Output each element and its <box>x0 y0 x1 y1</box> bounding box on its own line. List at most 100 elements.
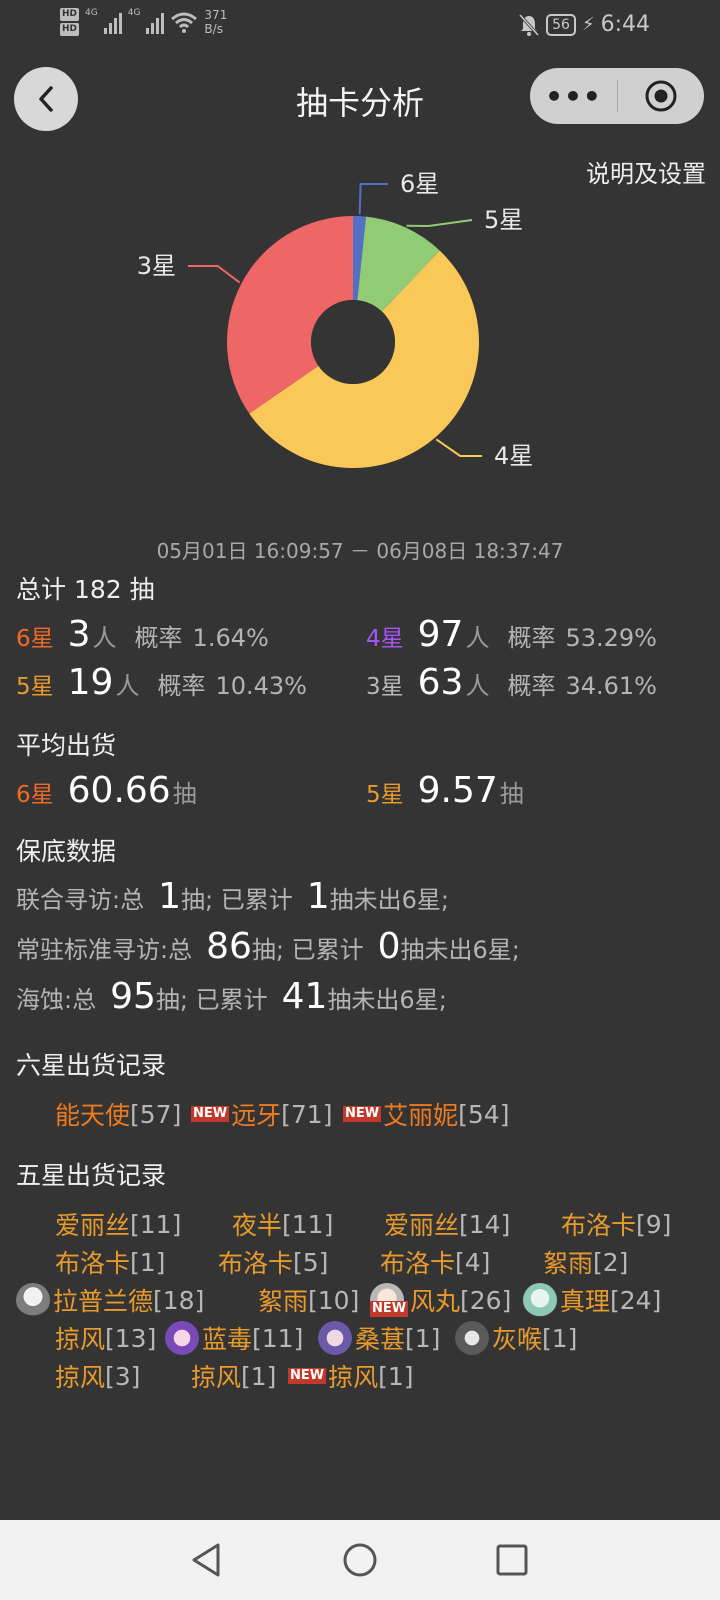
pity-total: 95 <box>110 976 156 1017</box>
stat-star-label: 5星 <box>16 674 54 700</box>
six-star-records-title: 六星出货记录 <box>16 1051 167 1080</box>
system-home-button[interactable] <box>336 1536 384 1584</box>
pull-count: [26] <box>460 1285 512 1315</box>
five-star-record-item: 布洛卡 [1] <box>55 1244 165 1280</box>
new-badge: NEW <box>288 1368 327 1384</box>
operator-name: 桑葚 <box>355 1325 406 1354</box>
charging-icon: ⚡ <box>581 14 595 35</box>
total-label: 总计 <box>16 575 67 604</box>
operator-avatar <box>523 1283 557 1317</box>
stat-unit: 人 <box>465 624 490 652</box>
stat-3star: 3星 63 人 概率 34.61% <box>366 662 657 703</box>
five-star-record-item: 蓝毒 [11] <box>165 1320 303 1356</box>
six-star-record-item: NEW 远牙 [71] <box>191 1096 332 1132</box>
stat-star-label: 4星 <box>366 626 404 652</box>
pull-count: [1] <box>241 1361 277 1391</box>
signal-icon-2 <box>146 10 165 34</box>
pie-leader-line-1 <box>358 183 388 215</box>
pity-tail: 抽未出6星; <box>327 986 447 1014</box>
net-type-2: 4G <box>127 8 141 18</box>
five-star-record-item: 布洛卡 [5] <box>218 1244 328 1280</box>
pie-leader-line-4 <box>188 265 241 284</box>
stat-unit: 人 <box>115 672 140 700</box>
pull-count: [57] <box>130 1099 182 1129</box>
pie-center-hole <box>311 300 395 384</box>
five-star-record-item: NEW 风丸 [26] <box>370 1282 511 1318</box>
net-speed: 371 B/s <box>204 8 227 36</box>
total-summary: 总计 182 抽 <box>16 570 155 606</box>
pie-label-1: 6星 <box>400 170 439 198</box>
pull-count: [1] <box>542 1323 578 1353</box>
stat-prob: 34.61% <box>565 672 657 700</box>
system-back-button[interactable] <box>182 1536 230 1584</box>
hd-badge-1: HD <box>60 8 80 21</box>
five-star-record-item: 桑葚 [1] <box>318 1320 440 1356</box>
pull-count: [11] <box>282 1209 334 1239</box>
five-star-record-item: 夜半 [11] <box>232 1206 333 1242</box>
operator-name: 爱丽丝 <box>384 1211 460 1240</box>
triangle-back-icon <box>192 1543 220 1577</box>
average-value: 60.66 <box>67 770 171 811</box>
net-speed-value: 371 <box>204 8 228 22</box>
stat-count: 3 <box>67 614 91 655</box>
bell-muted-icon <box>519 13 540 36</box>
operator-name: 絮雨 <box>543 1249 594 1278</box>
five-star-record-item: 灰喉 [1] <box>455 1320 577 1356</box>
stat-unit: 人 <box>92 624 117 652</box>
five-star-record-item: 爱丽丝 [11] <box>55 1206 181 1242</box>
stat-prob-label: 概率 <box>157 672 206 700</box>
operator-name: 灰喉 <box>492 1325 543 1354</box>
stat-star-label: 6星 <box>16 626 54 652</box>
system-nav-bar <box>0 1520 720 1600</box>
signal-icon-1 <box>103 10 122 34</box>
pity-row: 联合寻访:总 1 抽; 已累计 1 抽未出6星; <box>16 876 449 917</box>
status-right: 56 ⚡ 6:44 <box>518 12 650 37</box>
pull-count: [1] <box>130 1247 166 1277</box>
pull-count: [9] <box>636 1209 672 1239</box>
pity-pool: 海蚀:总 <box>16 986 97 1014</box>
five-star-record-item: 絮雨 [2] <box>543 1244 628 1280</box>
operator-name: 布洛卡 <box>218 1249 294 1278</box>
status-bar: HD HD 4G 4G 371 B/s 56 ⚡ 6:44 <box>0 0 720 56</box>
operator-name: 絮雨 <box>258 1287 309 1316</box>
pie-label-3: 4星 <box>494 442 533 470</box>
net-speed-unit: B/s <box>204 22 223 36</box>
pity-total: 1 <box>158 876 181 917</box>
operator-name: 布洛卡 <box>561 1211 637 1240</box>
clock: 6:44 <box>600 12 650 37</box>
operator-name: 蓝毒 <box>202 1325 253 1354</box>
five-star-record-item: 布洛卡 [9] <box>561 1206 671 1242</box>
system-recents-button[interactable] <box>488 1536 536 1584</box>
average-title: 平均出货 <box>16 731 117 760</box>
pull-count: [4] <box>455 1247 491 1277</box>
pity-acc: 0 <box>377 926 401 967</box>
stat-prob-label: 概率 <box>134 624 183 652</box>
hd-badges: HD HD <box>60 8 80 36</box>
pity-mid: 抽; 已累计 <box>251 936 364 964</box>
close-button[interactable] <box>618 79 704 113</box>
operator-name: 远牙 <box>231 1101 282 1130</box>
status-left: HD HD 4G 4G 371 B/s <box>60 8 227 36</box>
operator-avatar <box>318 1321 352 1355</box>
operator-name: 风丸 <box>410 1287 461 1316</box>
five-star-record-item: 掠风 [1] <box>191 1358 276 1394</box>
stat-prob: 10.43% <box>215 672 307 700</box>
operator-name: 能天使 <box>55 1101 131 1130</box>
operator-name: 布洛卡 <box>380 1249 456 1278</box>
more-button[interactable]: ••• <box>530 80 617 113</box>
stat-prob: 1.64% <box>192 624 269 652</box>
pity-acc: 41 <box>281 976 328 1017</box>
total-unit: 抽 <box>129 575 155 604</box>
new-badge: NEW <box>343 1106 382 1122</box>
battery-level: 56 <box>546 13 576 36</box>
stat-count: 19 <box>67 662 114 703</box>
pull-count: [11] <box>130 1209 182 1239</box>
pull-count: [11] <box>252 1323 304 1353</box>
five-star-record-item: 真理 [24] <box>523 1282 661 1318</box>
five-star-record-item: NEW 掠风 [1] <box>288 1358 414 1394</box>
stat-6star: 6星 3 人 概率 1.64% <box>16 614 269 655</box>
new-badge: NEW <box>191 1106 230 1122</box>
stat-prob-label: 概率 <box>507 624 556 652</box>
pity-acc: 1 <box>306 876 330 917</box>
stat-star-label: 3星 <box>366 674 404 700</box>
